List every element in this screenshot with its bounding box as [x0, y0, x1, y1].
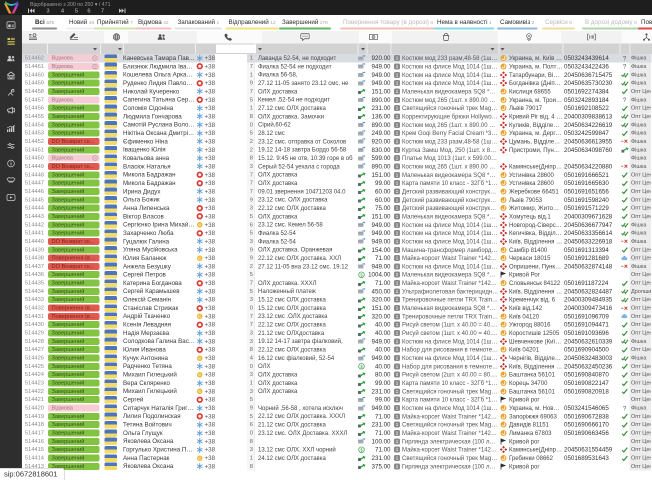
svg-text:$: $ — [360, 364, 363, 369]
svg-text:lc: lc — [198, 315, 201, 319]
svg-text:$: $ — [360, 447, 363, 452]
svg-text:lc: lc — [198, 390, 201, 394]
svg-text:lc: lc — [198, 456, 201, 460]
svg-text:lc: lc — [198, 223, 201, 227]
svg-text:lc: lc — [198, 256, 201, 260]
svg-text:lc: lc — [198, 373, 201, 377]
svg-text:$: $ — [360, 272, 363, 277]
svg-text:lc: lc — [198, 356, 201, 360]
